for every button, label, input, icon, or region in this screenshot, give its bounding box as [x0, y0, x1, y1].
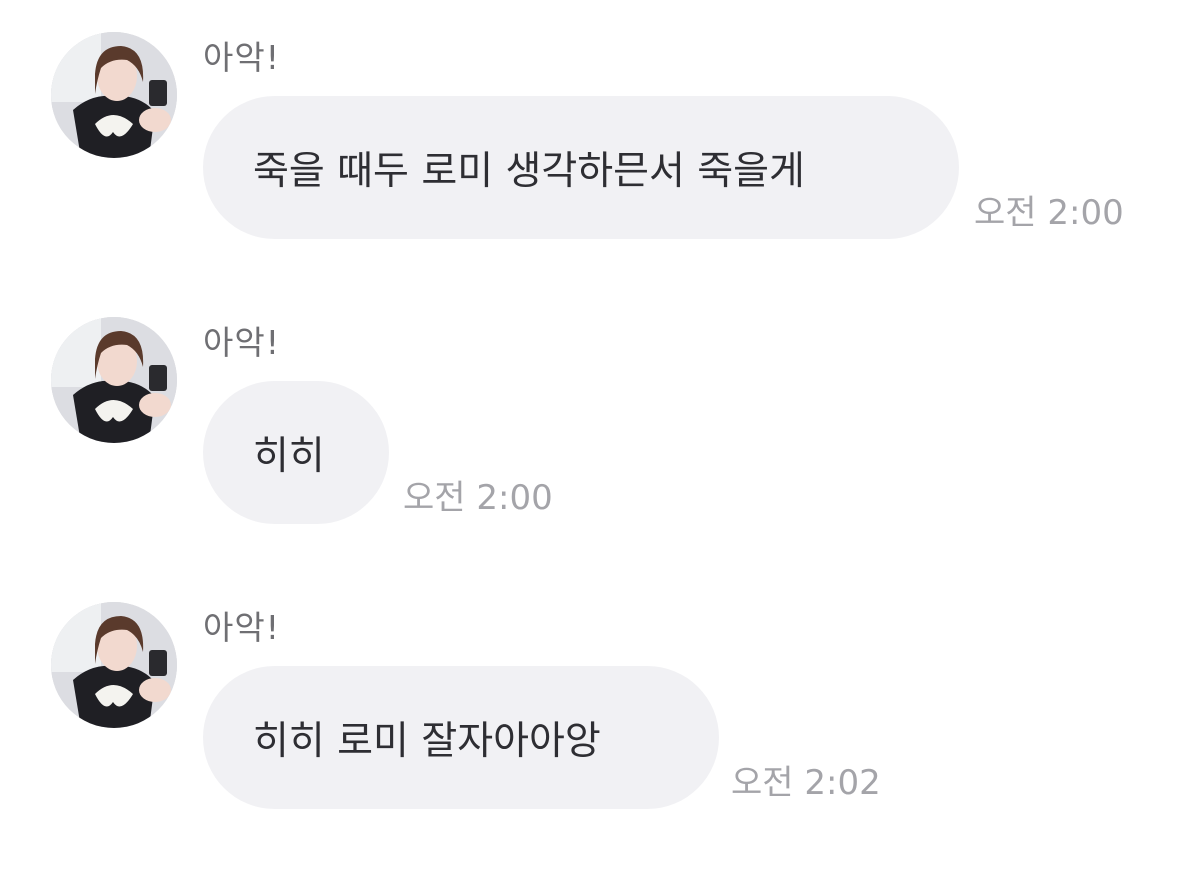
avatar-photo-icon	[51, 602, 177, 728]
message-bubble[interactable]: 죽을 때두 로미 생각하믄서 죽을게	[203, 96, 959, 239]
avatar[interactable]	[51, 602, 177, 728]
sender-name: 아악!	[203, 608, 280, 647]
sender-name: 아악!	[203, 38, 280, 77]
avatar-photo-icon	[51, 32, 177, 158]
message-bubble[interactable]: 히히 로미 잘자아아앙	[203, 666, 719, 809]
message-timestamp: 오전 2:00	[403, 478, 553, 518]
avatar[interactable]	[51, 317, 177, 443]
chat-thread: 아악! 죽을 때두 로미 생각하믄서 죽을게 오전 2:00 아악! 히히 오전…	[0, 0, 1200, 878]
message-text: 히히	[253, 433, 325, 479]
message-text: 히히 로미 잘자아아앙	[253, 718, 601, 764]
message-bubble[interactable]: 히히	[203, 381, 389, 524]
avatar-photo-icon	[51, 317, 177, 443]
avatar[interactable]	[51, 32, 177, 158]
message-text: 죽을 때두 로미 생각하믄서 죽을게	[253, 148, 805, 194]
sender-name: 아악!	[203, 323, 280, 362]
message-timestamp: 오전 2:02	[731, 763, 881, 803]
message-timestamp: 오전 2:00	[974, 193, 1124, 233]
